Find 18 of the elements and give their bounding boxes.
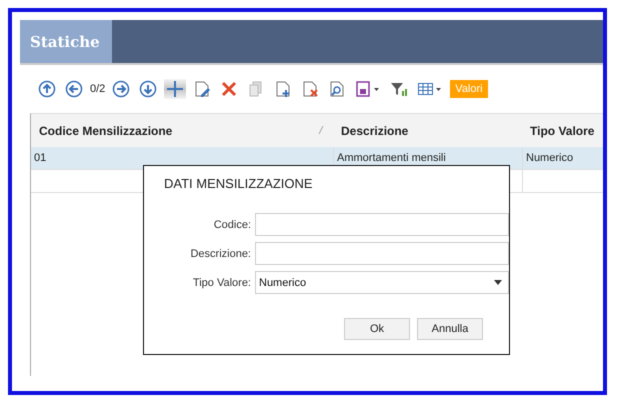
table-cell: Numerico [526, 152, 574, 164]
table-cell: 01 [34, 152, 46, 164]
plus-icon[interactable] [164, 79, 186, 99]
ok-button[interactable]: Ok [344, 318, 410, 340]
table-cell: Ammortamenti mensili [337, 152, 446, 164]
column-header[interactable]: Tipo Valore [530, 124, 594, 138]
field-label: Tipo Valore: [192, 276, 251, 288]
column-header[interactable]: Codice Mensilizzazione [39, 124, 172, 138]
cancel-button[interactable]: Annulla [417, 318, 483, 340]
caret-icon [494, 280, 502, 285]
dropdown[interactable]: Numerico [255, 271, 509, 294]
input-field[interactable] [255, 242, 509, 265]
dialog-title: DATI MENSILIZZAZIONE [164, 176, 314, 191]
column-header[interactable]: Descrizione [341, 124, 408, 138]
field-label: Codice: [212, 218, 251, 230]
field-label: Descrizione: [189, 248, 251, 260]
record-counter: 0/2 [90, 83, 106, 95]
input-field[interactable] [255, 213, 509, 236]
